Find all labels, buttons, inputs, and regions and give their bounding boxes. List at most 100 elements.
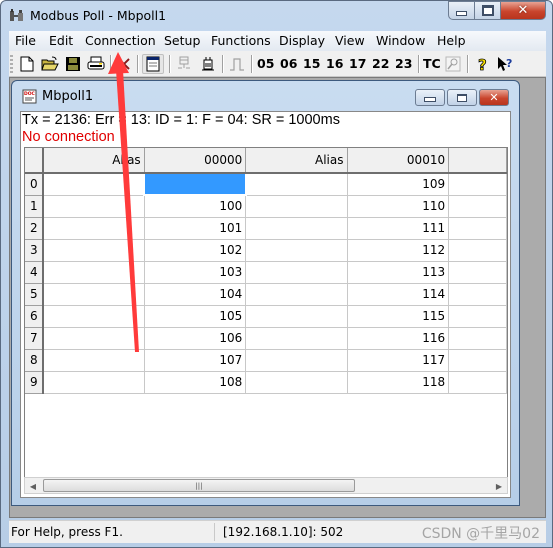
child-minimize-button[interactable] <box>415 89 445 106</box>
row-header[interactable]: 3 <box>25 239 44 262</box>
value-cell[interactable]: 116 <box>347 327 450 350</box>
value-cell[interactable]: 101 <box>144 217 247 240</box>
row-header[interactable]: 1 <box>25 195 44 218</box>
menu-edit[interactable]: Edit <box>49 33 73 48</box>
value-cell[interactable]: 102 <box>144 239 247 262</box>
menu-functions[interactable]: Functions <box>211 33 271 48</box>
alias-cell[interactable] <box>42 283 145 306</box>
alias-cell[interactable] <box>245 349 348 372</box>
delete-button[interactable] <box>114 54 134 74</box>
alias-cell[interactable] <box>42 173 145 196</box>
value-cell[interactable]: 108 <box>144 371 247 394</box>
function-16-button[interactable]: 16 <box>326 56 343 71</box>
empty-cell[interactable] <box>448 217 507 240</box>
empty-cell[interactable] <box>448 173 507 196</box>
save-button[interactable] <box>63 54 83 74</box>
help-button[interactable]: ? <box>473 54 493 74</box>
value-cell[interactable]: 103 <box>144 261 247 284</box>
function-23-button[interactable]: 23 <box>395 56 412 71</box>
maximize-button[interactable] <box>474 1 501 20</box>
function-15-button[interactable]: 15 <box>303 56 320 71</box>
row-header[interactable]: 4 <box>25 261 44 284</box>
value-cell[interactable]: 106 <box>144 327 247 350</box>
column-header-address[interactable]: 00000 <box>144 148 247 174</box>
column-header-alias[interactable]: Alias <box>42 148 145 174</box>
value-cell[interactable]: 109 <box>347 173 450 196</box>
alias-cell[interactable] <box>42 305 145 328</box>
alias-cell[interactable] <box>245 217 348 240</box>
alias-cell[interactable] <box>42 327 145 350</box>
alias-cell[interactable] <box>42 239 145 262</box>
menu-setup[interactable]: Setup <box>164 33 200 48</box>
context-help-button[interactable]: ? <box>495 54 517 74</box>
value-cell[interactable]: 118 <box>347 371 450 394</box>
row-header[interactable]: 8 <box>25 349 44 372</box>
horizontal-scrollbar[interactable]: ◀ ||| ▶ <box>24 477 508 494</box>
menu-help[interactable]: Help <box>437 33 466 48</box>
open-button[interactable] <box>39 54 61 74</box>
child-close-button[interactable]: ✕ <box>479 89 509 106</box>
new-button[interactable] <box>17 54 37 74</box>
child-maximize-button[interactable] <box>447 89 477 106</box>
value-cell[interactable]: 110 <box>347 195 450 218</box>
tc-button[interactable]: TC <box>423 56 441 71</box>
value-cell[interactable]: 117 <box>347 349 450 372</box>
column-header-alias[interactable]: Alias <box>245 148 348 174</box>
value-cell[interactable]: 104 <box>144 283 247 306</box>
empty-cell[interactable] <box>448 239 507 262</box>
value-cell[interactable]: 112 <box>347 239 450 262</box>
function-17-button[interactable]: 17 <box>349 56 366 71</box>
alias-cell[interactable] <box>245 283 348 306</box>
grid-corner[interactable] <box>25 148 44 174</box>
scrollbar-thumb[interactable]: ||| <box>43 479 355 492</box>
toolbar-grip[interactable] <box>10 55 13 73</box>
empty-cell[interactable] <box>448 349 507 372</box>
empty-cell[interactable] <box>448 195 507 218</box>
value-cell[interactable]: 105 <box>144 305 247 328</box>
title-bar[interactable]: Modbus Poll - Mbpoll1 ✕ <box>1 1 552 31</box>
value-cell[interactable]: 115 <box>347 305 450 328</box>
value-cell[interactable]: 107 <box>144 349 247 372</box>
value-cell[interactable] <box>143 172 247 196</box>
alias-cell[interactable] <box>245 239 348 262</box>
single-poll-button[interactable] <box>226 54 248 74</box>
alias-cell[interactable] <box>245 173 348 196</box>
disconnect-button[interactable] <box>197 54 219 74</box>
minimize-button[interactable] <box>448 1 475 20</box>
menu-file[interactable]: File <box>15 33 36 48</box>
value-cell[interactable]: 111 <box>347 217 450 240</box>
scroll-left-icon[interactable]: ◀ <box>27 480 39 492</box>
row-header[interactable]: 6 <box>25 305 44 328</box>
alias-cell[interactable] <box>42 217 145 240</box>
row-header[interactable]: 2 <box>25 217 44 240</box>
value-cell[interactable]: 114 <box>347 283 450 306</box>
value-cell[interactable]: 100 <box>144 195 247 218</box>
traffic-monitor-button[interactable] <box>443 54 463 74</box>
window-toggle-button[interactable] <box>142 54 164 74</box>
value-cell[interactable]: 113 <box>347 261 450 284</box>
function-05-button[interactable]: 05 <box>257 56 274 71</box>
menu-connection[interactable]: Connection <box>85 33 156 48</box>
alias-cell[interactable] <box>245 305 348 328</box>
connect-button[interactable] <box>173 54 195 74</box>
empty-cell[interactable] <box>448 327 507 350</box>
function-06-button[interactable]: 06 <box>280 56 297 71</box>
alias-cell[interactable] <box>42 261 145 284</box>
menu-window[interactable]: Window <box>376 33 425 48</box>
alias-cell[interactable] <box>42 371 145 394</box>
alias-cell[interactable] <box>245 261 348 284</box>
alias-cell[interactable] <box>245 195 348 218</box>
alias-cell[interactable] <box>42 195 145 218</box>
empty-cell[interactable] <box>448 305 507 328</box>
empty-cell[interactable] <box>448 371 507 394</box>
scroll-right-icon[interactable]: ▶ <box>493 480 505 492</box>
column-header-address[interactable]: 00010 <box>347 148 450 174</box>
row-header[interactable]: 0 <box>25 173 44 196</box>
row-header[interactable]: 7 <box>25 327 44 350</box>
alias-cell[interactable] <box>245 327 348 350</box>
row-header[interactable]: 5 <box>25 283 44 306</box>
print-button[interactable] <box>85 54 107 74</box>
empty-cell[interactable] <box>448 261 507 284</box>
empty-cell[interactable] <box>448 283 507 306</box>
function-22-button[interactable]: 22 <box>372 56 389 71</box>
